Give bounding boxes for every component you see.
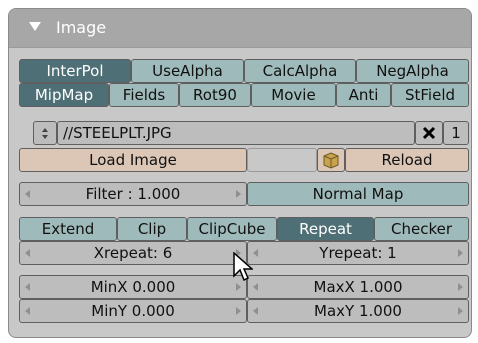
panel-body: InterPol UseAlpha CalcAlpha NegAlpha Mip… xyxy=(9,48,471,337)
minx-label: MinX 0.000 xyxy=(90,278,176,296)
box-icon xyxy=(323,152,339,169)
fields-toggle[interactable]: Fields xyxy=(109,83,179,107)
mouse-cursor-icon xyxy=(233,252,253,282)
decrement-arrow-icon[interactable] xyxy=(25,190,30,198)
extend-mode-clip[interactable]: Clip xyxy=(117,217,187,241)
decrement-arrow-icon[interactable] xyxy=(25,249,30,257)
increment-arrow-icon[interactable] xyxy=(236,283,241,291)
miny-label: MinY 0.000 xyxy=(91,302,175,320)
mipmap-toggle[interactable]: MipMap xyxy=(19,83,109,107)
x-icon xyxy=(422,126,436,140)
empty-slot xyxy=(247,148,317,172)
increment-arrow-icon[interactable] xyxy=(458,307,463,315)
extend-mode-checker[interactable]: Checker xyxy=(374,217,469,241)
reload-button[interactable]: Reload xyxy=(345,148,469,172)
load-image-button[interactable]: Load Image xyxy=(19,148,247,172)
usealpha-toggle[interactable]: UseAlpha xyxy=(131,59,244,83)
image-panel: Image InterPol UseAlpha CalcAlpha NegAlp… xyxy=(8,8,472,338)
decrement-arrow-icon[interactable] xyxy=(25,307,30,315)
calcalpha-toggle[interactable]: CalcAlpha xyxy=(244,59,356,83)
image-path-field[interactable]: //STEELPLT.JPG xyxy=(57,121,415,145)
yrepeat-label: Yrepeat: 1 xyxy=(319,244,397,262)
xrepeat-label: Xrepeat: 6 xyxy=(93,244,173,262)
maxy-field[interactable]: MaxY 1.000 xyxy=(247,299,469,323)
up-down-arrows-icon xyxy=(42,128,48,139)
decrement-arrow-icon[interactable] xyxy=(25,283,30,291)
collapse-triangle-icon[interactable] xyxy=(29,22,41,31)
decrement-arrow-icon[interactable] xyxy=(253,307,258,315)
minx-field[interactable]: MinX 0.000 xyxy=(19,275,247,299)
increment-arrow-icon[interactable] xyxy=(236,307,241,315)
increment-arrow-icon[interactable] xyxy=(236,190,241,198)
xrepeat-field[interactable]: Xrepeat: 6 xyxy=(19,241,247,265)
image-unlink-button[interactable] xyxy=(415,121,443,145)
interpol-toggle[interactable]: InterPol xyxy=(19,59,131,83)
extend-mode-clipcube[interactable]: ClipCube xyxy=(187,217,277,241)
panel-header[interactable]: Image xyxy=(9,9,471,48)
filter-number-field[interactable]: Filter : 1.000 xyxy=(19,182,247,206)
stfield-toggle[interactable]: StField xyxy=(391,83,469,107)
panel-title: Image xyxy=(56,18,107,37)
normal-map-toggle[interactable]: Normal Map xyxy=(247,182,469,206)
extend-mode-repeat[interactable]: Repeat xyxy=(277,217,374,241)
decrement-arrow-icon[interactable] xyxy=(253,249,258,257)
filter-label: Filter : 1.000 xyxy=(85,185,181,203)
increment-arrow-icon[interactable] xyxy=(458,283,463,291)
yrepeat-field[interactable]: Yrepeat: 1 xyxy=(247,241,469,265)
reload-icon-button[interactable] xyxy=(317,148,345,172)
image-browse-button[interactable] xyxy=(33,121,57,145)
maxy-label: MaxY 1.000 xyxy=(314,302,402,320)
negalpha-toggle[interactable]: NegAlpha xyxy=(356,59,469,83)
maxx-label: MaxX 1.000 xyxy=(313,278,403,296)
rot90-toggle[interactable]: Rot90 xyxy=(179,83,251,107)
anti-toggle[interactable]: Anti xyxy=(336,83,391,107)
movie-toggle[interactable]: Movie xyxy=(251,83,336,107)
extend-mode-extend[interactable]: Extend xyxy=(19,217,117,241)
image-users-count: 1 xyxy=(443,121,469,145)
miny-field[interactable]: MinY 0.000 xyxy=(19,299,247,323)
decrement-arrow-icon[interactable] xyxy=(253,283,258,291)
increment-arrow-icon[interactable] xyxy=(458,249,463,257)
maxx-field[interactable]: MaxX 1.000 xyxy=(247,275,469,299)
